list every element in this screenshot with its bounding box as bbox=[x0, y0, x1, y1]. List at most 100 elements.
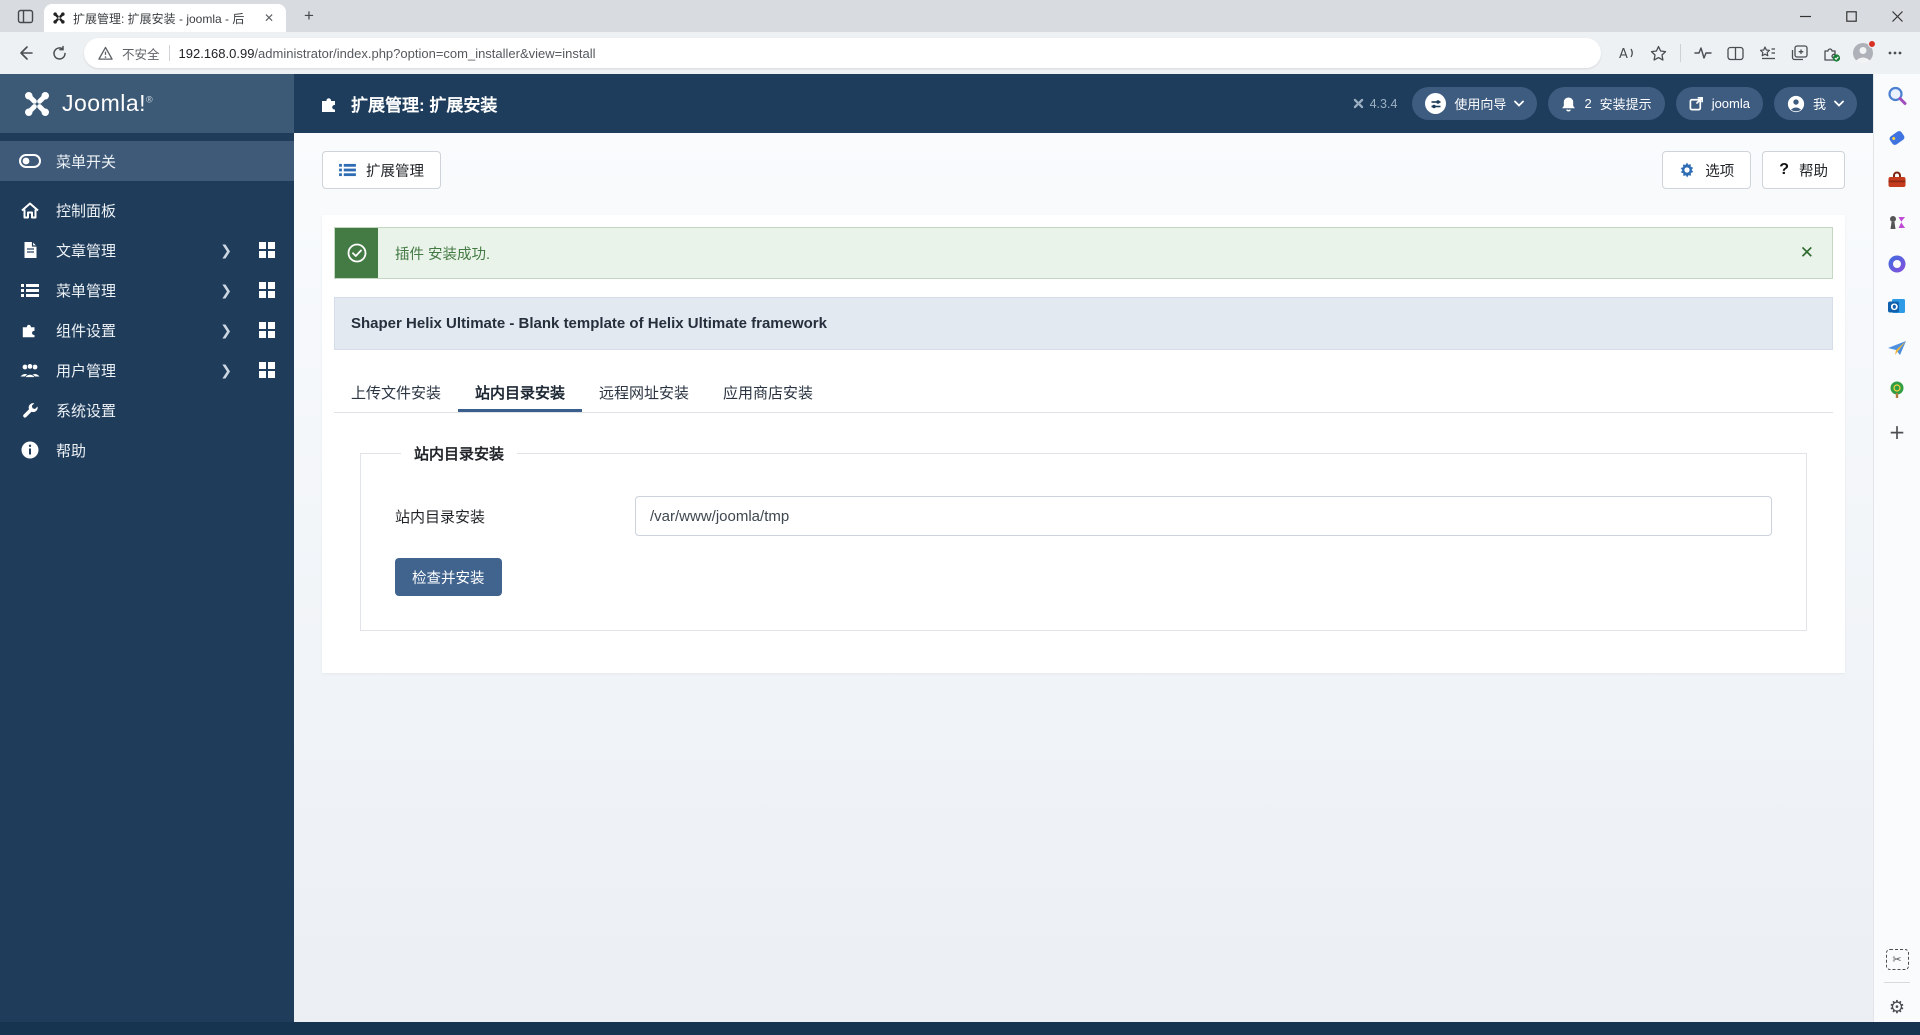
search-icon[interactable] bbox=[1885, 84, 1909, 108]
folder-path-input[interactable] bbox=[635, 496, 1772, 536]
favorite-star-icon[interactable] bbox=[1643, 38, 1673, 68]
joomla-version-icon bbox=[1353, 98, 1363, 109]
profile-notification-dot bbox=[1868, 40, 1876, 48]
folder-field-label: 站内目录安装 bbox=[395, 508, 486, 526]
tab-install-from-url[interactable]: 远程网址安装 bbox=[582, 372, 706, 412]
new-tab-button[interactable]: + bbox=[298, 6, 320, 26]
outlook-icon[interactable]: O bbox=[1885, 294, 1909, 318]
user-icon bbox=[1787, 95, 1805, 112]
url-bar[interactable]: 不安全 192.168.0.99/administrator/index.php… bbox=[84, 38, 1601, 68]
info-circle-icon bbox=[19, 441, 41, 459]
tab-title: 扩展管理: 扩展安装 - joomla - 后 bbox=[73, 11, 245, 26]
success-check-icon bbox=[335, 228, 378, 278]
sidebar-item-menus[interactable]: 菜单管理 ❯ bbox=[0, 270, 294, 310]
security-label: 不安全 bbox=[122, 47, 160, 62]
minimize-icon[interactable] bbox=[1782, 0, 1828, 32]
sidebar-item-dashboard[interactable]: 控制面板 bbox=[0, 190, 294, 230]
edge-sidebar-bottom: ✂ ⚙ bbox=[1884, 949, 1910, 1019]
tab-close-icon[interactable]: ✕ bbox=[260, 11, 278, 25]
admin-sidebar: 菜单开关 控制面板 文章管理 ❯ 菜单管理 ❯ 组件设置 ❯ 用户管理 ❯ 系统… bbox=[0, 133, 294, 1035]
header-right: 4.3.4 使用向导 2 安装提示 joomla 我 bbox=[1352, 87, 1873, 120]
close-window-icon[interactable] bbox=[1874, 0, 1920, 32]
refresh-icon[interactable] bbox=[44, 38, 74, 68]
list-icon bbox=[339, 163, 356, 177]
grid-icon[interactable] bbox=[259, 322, 275, 338]
tab-install-from-web[interactable]: 应用商店安装 bbox=[706, 372, 830, 412]
sidebar-item-help[interactable]: 帮助 bbox=[0, 430, 294, 470]
external-link-icon bbox=[1689, 97, 1703, 111]
toolbar-right: 选项 ? 帮助 bbox=[1662, 151, 1845, 189]
grid-icon[interactable] bbox=[259, 362, 275, 378]
preview-site-button[interactable]: joomla bbox=[1675, 87, 1763, 120]
url-domain: 192.168.0.99 bbox=[178, 45, 255, 61]
installer-tabs: 上传文件安装 站内目录安装 远程网址安装 应用商店安装 bbox=[334, 372, 1833, 413]
wrench-icon bbox=[19, 402, 41, 419]
template-heading: Shaper Helix Ultimate - Blank template o… bbox=[334, 297, 1833, 350]
back-icon[interactable] bbox=[10, 38, 40, 68]
browser-navbar: 不安全 192.168.0.99/administrator/index.php… bbox=[0, 32, 1920, 74]
joomla-admin: Joomla!® 扩展管理: 扩展安装 4.3.4 使用向导 2 安装提示 jo… bbox=[0, 74, 1873, 1035]
drop-icon[interactable] bbox=[1885, 336, 1909, 360]
joomla-favicon bbox=[53, 12, 65, 24]
toggle-icon bbox=[19, 154, 41, 168]
games-icon[interactable] bbox=[1885, 210, 1909, 234]
window-controls bbox=[1782, 0, 1920, 32]
browser-profile-avatar[interactable] bbox=[1848, 38, 1878, 68]
more-menu-icon[interactable] bbox=[1880, 38, 1910, 68]
extensions-icon[interactable] bbox=[1816, 38, 1846, 68]
favorites-bar-icon[interactable] bbox=[1752, 38, 1782, 68]
check-and-install-button[interactable]: 检查并安装 bbox=[395, 558, 502, 596]
add-sidebar-item-icon[interactable]: + bbox=[1885, 420, 1909, 444]
grid-icon[interactable] bbox=[259, 282, 275, 298]
sidebar-item-system[interactable]: 系统设置 bbox=[0, 390, 294, 430]
gear-icon bbox=[1680, 162, 1694, 178]
toolbox-icon[interactable] bbox=[1885, 168, 1909, 192]
tree-icon[interactable] bbox=[1885, 378, 1909, 402]
read-aloud-icon[interactable]: A bbox=[1611, 38, 1641, 68]
file-text-icon bbox=[19, 241, 41, 259]
sidebar-item-users[interactable]: 用户管理 ❯ bbox=[0, 350, 294, 390]
joomla-logo[interactable]: Joomla!® bbox=[0, 74, 294, 133]
settings-gear-icon[interactable]: ⚙ bbox=[1885, 995, 1909, 1019]
joomla-version: 4.3.4 bbox=[1352, 97, 1397, 111]
url-separator bbox=[168, 45, 170, 61]
tab-actions-menu-icon[interactable] bbox=[10, 5, 40, 27]
url-path: /administrator/index.php?option=com_inst… bbox=[254, 45, 596, 61]
alert-close-icon[interactable]: ✕ bbox=[1782, 228, 1832, 278]
url-text: 192.168.0.99/administrator/index.php?opt… bbox=[179, 46, 596, 61]
collections-icon[interactable] bbox=[1784, 38, 1814, 68]
grid-icon[interactable] bbox=[259, 242, 275, 258]
edge-sidebar-divider bbox=[1884, 982, 1910, 983]
install-from-folder-panel: 站内目录安装 站内目录安装 检查并安装 bbox=[360, 443, 1807, 631]
notifications-count: 2 bbox=[1584, 96, 1592, 111]
admin-header: Joomla!® 扩展管理: 扩展安装 4.3.4 使用向导 2 安装提示 jo… bbox=[0, 74, 1873, 133]
split-screen-icon[interactable] bbox=[1720, 38, 1750, 68]
bell-icon bbox=[1562, 96, 1576, 111]
microsoft-365-icon[interactable] bbox=[1885, 252, 1909, 276]
edge-sidebar: O + ✂ ⚙ bbox=[1873, 74, 1920, 1035]
navbar-divider bbox=[1680, 44, 1681, 62]
notifications-button[interactable]: 2 安装提示 bbox=[1548, 87, 1665, 120]
sidebar-item-menu-toggle[interactable]: 菜单开关 bbox=[0, 141, 294, 181]
installer-card: 插件 安装成功. ✕ Shaper Helix Ultimate - Blank… bbox=[322, 215, 1845, 673]
content-toolbar: 扩展管理 选项 ? 帮助 bbox=[322, 151, 1845, 189]
chevron-down-icon bbox=[1834, 100, 1844, 107]
tab-upload-package[interactable]: 上传文件安装 bbox=[334, 372, 458, 412]
wizard-button[interactable]: 使用向导 bbox=[1412, 87, 1538, 120]
extensions-manage-button[interactable]: 扩展管理 bbox=[322, 151, 441, 189]
maximize-icon[interactable] bbox=[1828, 0, 1874, 32]
sidebar-item-components[interactable]: 组件设置 ❯ bbox=[0, 310, 294, 350]
folder-field-row: 站内目录安装 bbox=[395, 496, 1772, 536]
browser-tab[interactable]: 扩展管理: 扩展安装 - joomla - 后 ✕ bbox=[44, 4, 286, 32]
tab-install-from-folder[interactable]: 站内目录安装 bbox=[458, 372, 583, 412]
options-button[interactable]: 选项 bbox=[1662, 151, 1752, 189]
list-icon bbox=[19, 283, 41, 298]
sidebar-item-content[interactable]: 文章管理 ❯ bbox=[0, 230, 294, 270]
shopping-icon[interactable] bbox=[1885, 126, 1909, 150]
help-button[interactable]: ? 帮助 bbox=[1762, 151, 1845, 189]
chevron-right-icon: ❯ bbox=[220, 321, 232, 338]
browser-essentials-icon[interactable] bbox=[1688, 38, 1718, 68]
user-menu-button[interactable]: 我 bbox=[1773, 87, 1857, 120]
screenshot-icon[interactable]: ✂ bbox=[1885, 949, 1909, 970]
page-title: 扩展管理: 扩展安装 bbox=[294, 91, 497, 116]
